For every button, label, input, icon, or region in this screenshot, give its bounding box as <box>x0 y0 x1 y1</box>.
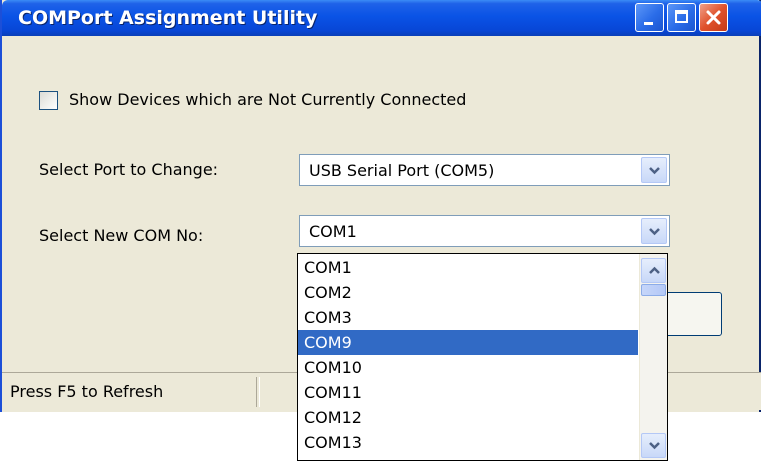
chevron-down-icon <box>649 228 660 236</box>
status-text: Press F5 to Refresh <box>10 382 164 401</box>
close-icon <box>706 10 721 25</box>
maximize-button[interactable] <box>667 3 696 32</box>
com-select-dropdown-button[interactable] <box>641 218 667 244</box>
scroll-up-button[interactable] <box>641 258 666 283</box>
list-item[interactable]: COM11 <box>298 380 638 405</box>
minimize-icon <box>644 22 653 25</box>
com-select-combobox[interactable]: COM1 <box>299 215 670 247</box>
chevron-down-icon <box>649 442 660 450</box>
list-item[interactable]: COM2 <box>298 280 638 305</box>
show-disconnected-label: Show Devices which are Not Currently Con… <box>69 90 467 109</box>
port-select-value: USB Serial Port (COM5) <box>309 161 495 180</box>
list-item[interactable]: COM13 <box>298 430 638 455</box>
minimize-button[interactable] <box>635 3 664 32</box>
list-item[interactable]: COM3 <box>298 305 638 330</box>
chevron-up-icon <box>649 266 660 274</box>
show-disconnected-checkbox[interactable] <box>39 91 58 110</box>
com-select-label: Select New COM No: <box>39 226 204 245</box>
scroll-down-button[interactable] <box>641 433 666 458</box>
port-select-dropdown-button[interactable] <box>641 157 667 183</box>
window-title: COMPort Assignment Utility <box>18 7 318 29</box>
maximize-icon <box>675 10 688 23</box>
close-button[interactable] <box>699 3 728 32</box>
port-select-combobox[interactable]: USB Serial Port (COM5) <box>299 154 670 186</box>
list-item[interactable]: COM10 <box>298 355 638 380</box>
status-separator <box>256 377 260 407</box>
com-select-value: COM1 <box>309 222 357 241</box>
com-dropdown-list[interactable]: COM1 COM2 COM3 COM9 COM10 COM11 COM12 CO… <box>297 253 668 461</box>
title-bar[interactable]: COMPort Assignment Utility <box>2 0 761 36</box>
list-scrollbar[interactable] <box>639 254 667 460</box>
port-select-label: Select Port to Change: <box>39 160 219 179</box>
list-item[interactable]: COM12 <box>298 405 638 430</box>
chevron-down-icon <box>649 167 660 175</box>
scroll-thumb[interactable] <box>641 284 666 296</box>
list-item[interactable]: COM1 <box>298 255 638 280</box>
list-item-selected[interactable]: COM9 <box>298 330 638 355</box>
